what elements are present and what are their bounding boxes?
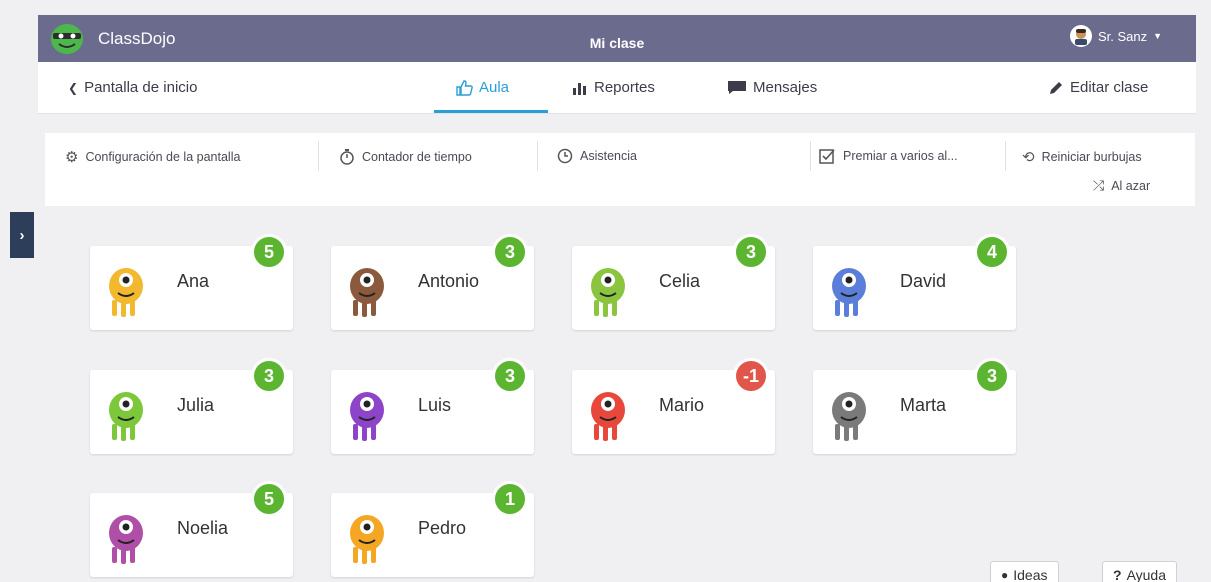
- monster-avatar-icon: [350, 515, 384, 564]
- divider: [1005, 141, 1006, 171]
- stopwatch-icon: [340, 149, 354, 165]
- student-name: Noelia: [177, 518, 229, 538]
- message-icon: [728, 81, 746, 94]
- teacher-avatar-icon: [1074, 29, 1087, 45]
- monster-avatar-icon: [350, 392, 384, 441]
- class-nav: ❮ Pantalla de inicio Aula Reportes Mensa…: [38, 62, 1196, 114]
- award-multiple-button[interactable]: Premiar a varios al...: [819, 148, 958, 164]
- question-icon: ?: [1113, 567, 1122, 582]
- monster-avatar-icon: [591, 268, 625, 317]
- chevron-left-icon: ❮: [68, 80, 79, 95]
- monster-avatar-icon: [832, 268, 866, 317]
- tab-aula[interactable]: Aula: [456, 79, 509, 96]
- monster-avatar-icon: [109, 392, 143, 441]
- edit-class-button[interactable]: Editar clase: [1048, 79, 1148, 96]
- student-name: Ana: [177, 271, 210, 291]
- reset-bubbles-label: Reiniciar burbujas: [1041, 150, 1142, 164]
- student-name: Mario: [659, 395, 705, 415]
- display-settings-button[interactable]: ⚙ Configuración de la pantalla: [65, 148, 240, 166]
- student-card[interactable]: Noelia 5: [90, 481, 293, 577]
- divider: [810, 141, 811, 171]
- student-card[interactable]: Julia 3: [90, 358, 293, 454]
- random-button[interactable]: ⤮ Al azar: [1093, 177, 1150, 194]
- ideas-label: Ideas: [1013, 567, 1048, 582]
- points-badge: 4: [974, 234, 1010, 270]
- points-badge: -1: [733, 358, 769, 394]
- points-badge: 3: [251, 358, 287, 394]
- chevron-right-icon: ›: [19, 226, 25, 244]
- student-name: Marta: [900, 395, 947, 415]
- help-button[interactable]: ? Ayuda: [1102, 561, 1178, 582]
- student-card[interactable]: Antonio 3: [331, 234, 534, 330]
- student-card[interactable]: Celia 3: [572, 234, 775, 330]
- lightbulb-icon: ●: [1001, 568, 1009, 582]
- reset-bubbles-button[interactable]: ⟲ Reiniciar burbujas: [1022, 148, 1142, 166]
- attendance-button[interactable]: Asistencia: [557, 148, 637, 164]
- shuffle-icon: ⤮: [1093, 177, 1105, 193]
- thumbs-up-icon: [456, 79, 473, 96]
- bar-chart-icon: [573, 82, 586, 95]
- student-name: Pedro: [418, 518, 467, 538]
- divider: [537, 141, 538, 171]
- student-name: Antonio: [418, 271, 480, 291]
- user-name: Sr. Sanz: [1097, 28, 1148, 44]
- tab-reportes[interactable]: Reportes: [572, 79, 655, 96]
- clock-icon: [557, 148, 573, 164]
- tab-reportes-label: Reportes: [594, 79, 655, 96]
- monster-avatar-icon: [832, 392, 866, 441]
- pencil-icon: [1050, 81, 1062, 94]
- timer-label: Contador de tiempo: [362, 149, 472, 164]
- chevron-down-icon: ▼: [1153, 31, 1162, 41]
- classroom-toolbar: ⚙ Configuración de la pantalla Contador …: [45, 133, 1195, 206]
- class-title: Mi clase: [589, 35, 645, 51]
- sidebar-toggle-button[interactable]: ›: [10, 212, 34, 258]
- home-link[interactable]: ❮ Pantalla de inicio: [68, 79, 197, 96]
- student-card[interactable]: Mario -1: [572, 358, 775, 454]
- display-settings-label: Configuración de la pantalla: [85, 150, 241, 164]
- points-badge: 3: [974, 358, 1010, 394]
- user-avatar: [1069, 25, 1092, 47]
- home-link-label: Pantalla de inicio: [84, 79, 198, 96]
- student-card[interactable]: Marta 3: [813, 358, 1016, 454]
- timer-button[interactable]: Contador de tiempo: [339, 148, 472, 165]
- monster-avatar-icon: [350, 268, 384, 317]
- points-badge: 5: [251, 234, 287, 270]
- monster-avatar-icon: [591, 392, 625, 441]
- random-label: Al azar: [1111, 178, 1151, 193]
- student-name: Julia: [177, 395, 215, 415]
- tab-mensajes-label: Mensajes: [753, 79, 818, 96]
- points-badge: 3: [733, 234, 769, 270]
- points-badge: 5: [251, 481, 287, 517]
- gear-icon: ⚙: [65, 149, 79, 166]
- user-menu[interactable]: Sr. Sanz ▼: [1069, 25, 1162, 47]
- top-bar: ClassDojo Mi clase Sr. Sanz ▼: [38, 15, 1196, 62]
- student-card[interactable]: Pedro 1: [331, 481, 534, 577]
- ideas-button[interactable]: ● Ideas: [990, 561, 1059, 582]
- divider: [318, 141, 319, 171]
- points-badge: 1: [492, 481, 528, 517]
- student-name: David: [900, 271, 947, 291]
- student-name: Luis: [418, 395, 452, 415]
- award-multiple-label: Premiar a varios al...: [843, 149, 958, 163]
- points-badge: 3: [492, 234, 528, 270]
- active-tab-indicator: [434, 110, 548, 113]
- checkbox-icon: [819, 149, 835, 164]
- monster-avatar-icon: [109, 268, 143, 317]
- edit-class-label: Editar clase: [1070, 79, 1149, 96]
- tab-aula-label: Aula: [479, 79, 510, 96]
- student-name: Celia: [659, 271, 701, 291]
- help-label: Ayuda: [1126, 567, 1167, 582]
- student-card[interactable]: David 4: [813, 234, 1016, 330]
- points-badge: 3: [492, 358, 528, 394]
- student-card[interactable]: Ana 5: [90, 234, 293, 330]
- monster-avatar-icon: [109, 515, 143, 564]
- reset-icon: ⟲: [1022, 149, 1035, 166]
- student-card[interactable]: Luis 3: [331, 358, 534, 454]
- tab-mensajes[interactable]: Mensajes: [727, 79, 817, 96]
- attendance-label: Asistencia: [580, 149, 637, 163]
